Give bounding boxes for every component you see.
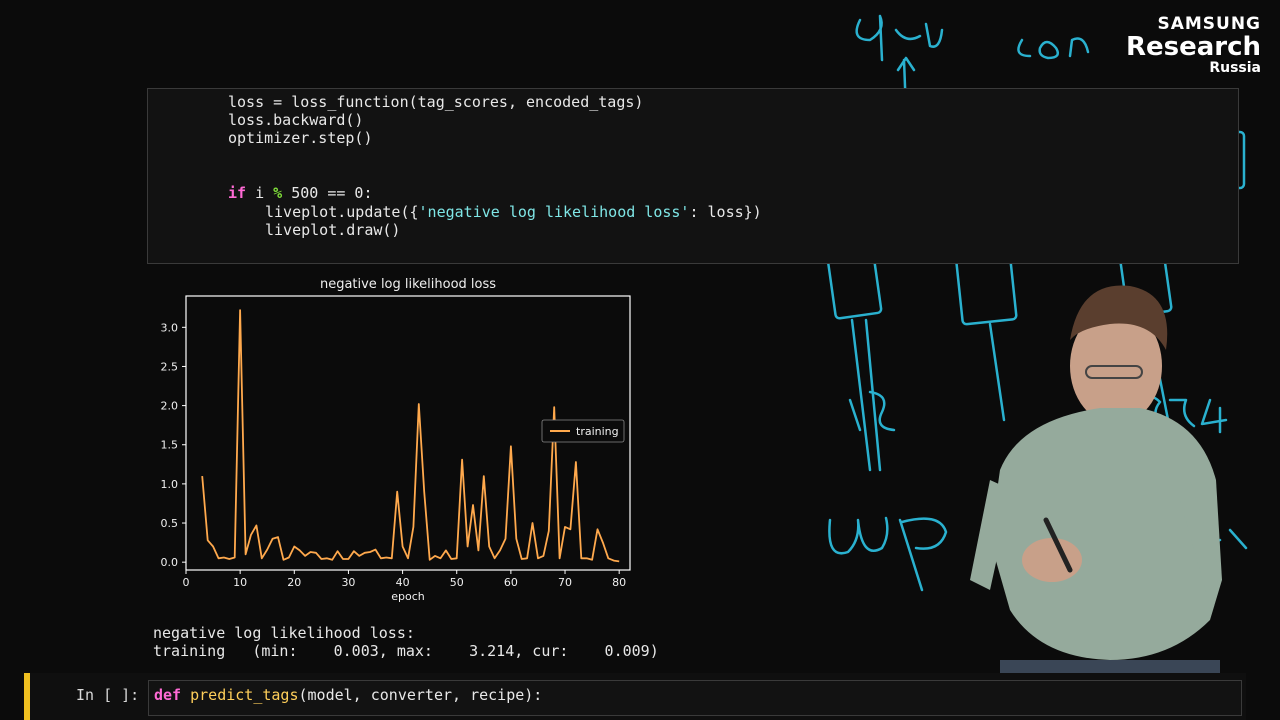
logo-samsung: SAMSUNG bbox=[1157, 14, 1261, 34]
y-tick-label: 0.0 bbox=[161, 556, 179, 569]
function-name: predict_tags bbox=[190, 686, 299, 704]
code-line-update: liveplot.update({'negative log likelihoo… bbox=[265, 203, 762, 221]
y-tick-label: 1.0 bbox=[161, 478, 179, 491]
string-literal: 'negative log likelihood loss' bbox=[418, 203, 690, 221]
y-tick-label: 2.5 bbox=[161, 360, 179, 373]
code-text: liveplot.update({ bbox=[265, 203, 419, 221]
code-text: i bbox=[246, 184, 274, 202]
code-text: (model, converter, recipe): bbox=[298, 686, 543, 704]
code-line-optimizer: optimizer.step() bbox=[228, 129, 373, 147]
code-line-if: if i % 500 == 0: bbox=[228, 184, 373, 202]
output-summary-values: training (min: 0.003, max: 3.214, cur: 0… bbox=[153, 642, 659, 660]
x-tick-label: 10 bbox=[233, 576, 247, 589]
presenter-image bbox=[970, 285, 1222, 720]
samsung-research-logo: SAMSUNG Research Russia bbox=[1126, 14, 1261, 76]
y-tick-label: 0.5 bbox=[161, 517, 179, 530]
code-line-draw: liveplot.draw() bbox=[265, 221, 401, 239]
output-summary-title: negative log likelihood loss: bbox=[153, 624, 415, 642]
x-tick-label: 60 bbox=[504, 576, 518, 589]
loss-chart: 0 10 20 30 40 50 60 70 80 0.0 0.5 1.0 1.5 2.0 2.5 3.0 ep… bbox=[161, 295, 631, 603]
operator-mod: % bbox=[273, 184, 283, 202]
x-tick-label: 50 bbox=[450, 576, 464, 589]
y-tick-label: 2.0 bbox=[161, 400, 179, 413]
y-tick-label: 1.5 bbox=[161, 439, 179, 452]
x-tick-label: 0 bbox=[183, 576, 190, 589]
logo-russia: Russia bbox=[1209, 60, 1261, 76]
keyword-if: if bbox=[228, 184, 247, 202]
x-tick-label: 80 bbox=[612, 576, 626, 589]
keyword-def: def bbox=[154, 686, 182, 704]
x-tick-label: 70 bbox=[558, 576, 572, 589]
y-tick-label: 3.0 bbox=[161, 321, 179, 334]
code-line-backward: loss.backward() bbox=[228, 111, 364, 129]
code-text: 500 == 0: bbox=[282, 184, 373, 202]
logo-research: Research bbox=[1125, 32, 1261, 62]
code-text: : loss}) bbox=[689, 203, 762, 221]
code-line-loss: loss = loss_function(tag_scores, encoded… bbox=[228, 93, 644, 111]
code-cell-training-loop[interactable]: loss = loss_function(tag_scores, encoded… bbox=[147, 88, 1239, 264]
x-tick-label: 40 bbox=[396, 576, 410, 589]
x-axis-label: epoch bbox=[391, 590, 425, 603]
cell-prompt: In [ ]: bbox=[76, 686, 140, 704]
legend-label: training bbox=[576, 425, 619, 438]
x-tick-label: 30 bbox=[341, 576, 355, 589]
x-tick-label: 20 bbox=[287, 576, 301, 589]
code-line-def: def predict_tags(model, converter, recip… bbox=[154, 686, 542, 704]
